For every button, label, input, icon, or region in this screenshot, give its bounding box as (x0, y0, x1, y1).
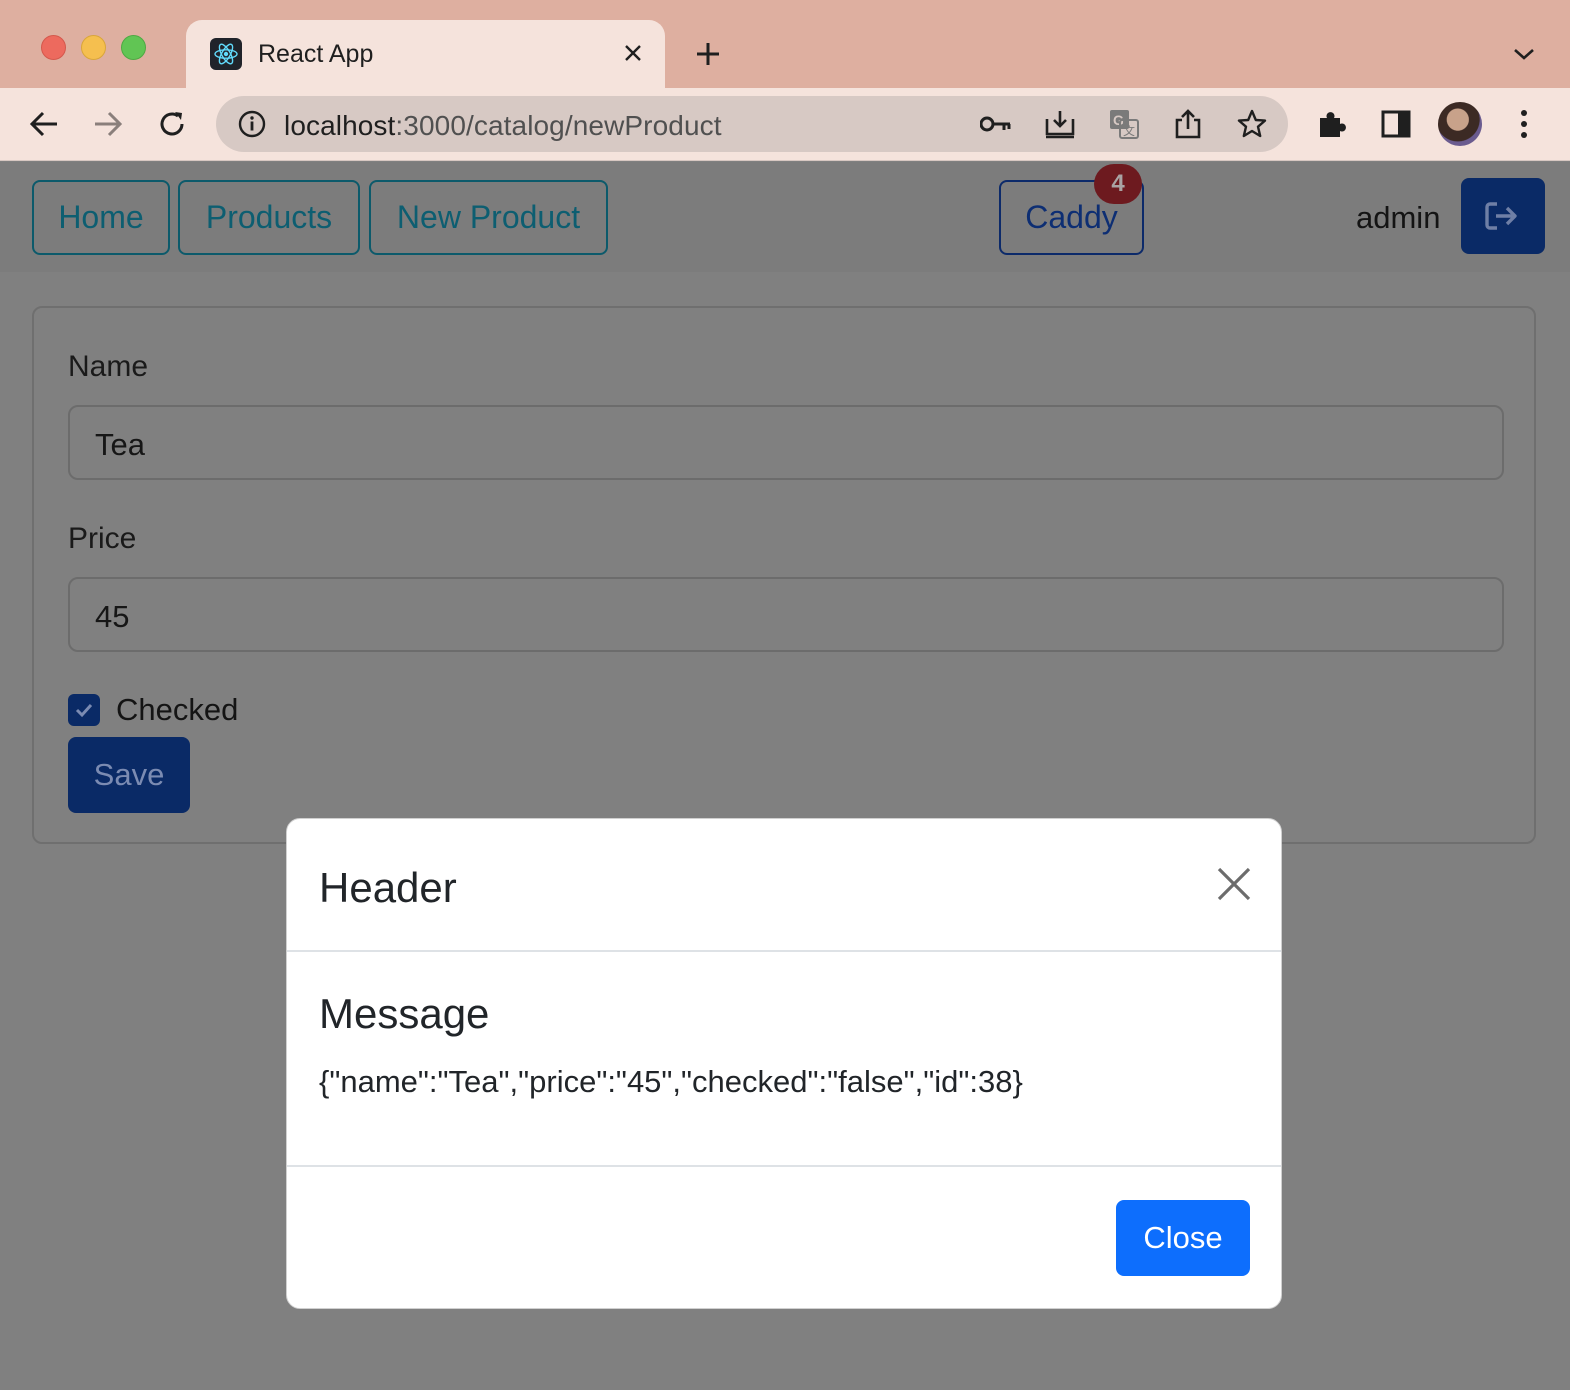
address-bar[interactable]: localhost:3000/catalog/newProduct G文 (216, 96, 1288, 152)
message-modal: Header Message {"name":"Tea","price":"45… (286, 818, 1282, 1309)
app-navbar: Home Products New Product Caddy 4 admin (0, 162, 1570, 272)
modal-close-button[interactable]: Close (1116, 1200, 1250, 1276)
site-info-icon[interactable] (230, 102, 274, 146)
logout-icon (1485, 202, 1517, 230)
checkmark-icon (75, 703, 93, 718)
name-input-value: Tea (95, 427, 145, 462)
back-arrow-icon[interactable] (22, 102, 66, 146)
translate-icon[interactable]: G文 (1102, 102, 1146, 146)
message-text: {"name":"Tea","price":"45","checked":"fa… (319, 1064, 1023, 1099)
save-button[interactable]: Save (68, 737, 190, 813)
side-panel-icon[interactable] (1374, 102, 1418, 146)
tab-title: React App (258, 40, 374, 68)
install-app-icon[interactable] (1038, 102, 1082, 146)
window-maximize-button[interactable] (121, 35, 146, 60)
url-host: localhost (284, 110, 396, 141)
browser-menu-kebab-icon[interactable] (1502, 102, 1546, 146)
name-input[interactable]: Tea (68, 405, 1504, 480)
modal-body: Message {"name":"Tea","price":"45","chec… (287, 952, 1281, 1167)
extensions-puzzle-icon[interactable] (1310, 102, 1354, 146)
window-close-button[interactable] (41, 35, 66, 60)
react-logo-icon (210, 38, 242, 70)
browser-tab[interactable]: React App (186, 20, 665, 88)
bookmark-star-icon[interactable] (1230, 102, 1274, 146)
share-icon[interactable] (1166, 102, 1210, 146)
price-label: Price (68, 522, 137, 555)
browser-toolbar: localhost:3000/catalog/newProduct G文 (0, 88, 1570, 161)
new-tab-icon[interactable] (690, 36, 726, 72)
window-minimize-button[interactable] (81, 35, 106, 60)
tab-close-icon[interactable] (616, 36, 650, 70)
url-path: :3000/catalog/newProduct (395, 110, 722, 141)
price-input-value: 45 (95, 599, 130, 634)
browser-tab-bar: React App (0, 0, 1570, 88)
url-text[interactable]: localhost:3000/catalog/newProduct (284, 110, 722, 142)
modal-close-icon[interactable] (1209, 859, 1259, 909)
caddy-count-badge: 4 (1094, 164, 1142, 204)
profile-avatar[interactable] (1438, 102, 1482, 146)
message-title: Message (319, 990, 490, 1037)
name-label: Name (68, 350, 149, 383)
svg-text:文: 文 (1123, 123, 1135, 138)
new-product-form-card: Name Tea Price 45 Checked Save (32, 306, 1536, 844)
username-label: admin (1356, 200, 1441, 235)
password-key-icon[interactable] (974, 102, 1018, 146)
forward-arrow-icon[interactable] (86, 102, 130, 146)
checked-checkbox[interactable] (68, 694, 100, 726)
modal-header: Header (287, 819, 1281, 952)
nav-home-button[interactable]: Home (32, 180, 170, 255)
checked-label[interactable]: Checked (116, 692, 238, 728)
nav-products-button[interactable]: Products (178, 180, 360, 255)
nav-new-product-button[interactable]: New Product (369, 180, 608, 255)
reload-icon[interactable] (150, 102, 194, 146)
price-input[interactable]: 45 (68, 577, 1504, 652)
modal-title: Header (319, 864, 457, 911)
logout-button[interactable] (1461, 178, 1545, 254)
tab-search-chevron-icon[interactable] (1506, 38, 1542, 70)
